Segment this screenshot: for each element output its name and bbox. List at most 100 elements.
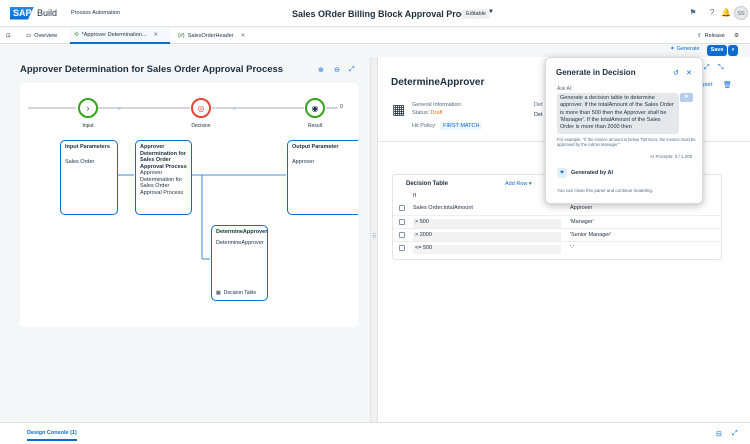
side-panel-toggle-icon[interactable]: ⊡ [6, 28, 20, 44]
decision-step-icon[interactable]: ◎ [191, 98, 211, 118]
release-button[interactable]: ⇪ Release [697, 28, 725, 44]
zoom-in-icon[interactable]: ⊕ [318, 66, 324, 74]
result-cell[interactable]: '-' [570, 245, 574, 251]
close-icon[interactable]: ✕ [241, 33, 246, 39]
help-icon[interactable]: ? [707, 8, 717, 18]
condition-cell[interactable]: <= 500 [413, 245, 561, 254]
reset-icon[interactable]: ↺ [673, 69, 679, 77]
determine-approver-node[interactable]: DetermineApprover DetermineApprover ▦ De… [211, 225, 268, 301]
close-panel-icon[interactable]: ⤡ [718, 64, 724, 72]
settings-gear-icon[interactable]: ⚙ [734, 28, 739, 44]
close-icon[interactable]: ✕ [686, 69, 692, 77]
close-note: You can close this panel and continue mo… [557, 188, 654, 193]
feedback-icon[interactable]: ⚑ [688, 8, 698, 18]
row-checkbox[interactable] [399, 245, 405, 251]
fit-screen-icon[interactable]: ⤢ [349, 66, 355, 74]
design-console-tab[interactable]: Design Console (1) [27, 430, 77, 441]
result-cell[interactable]: 'Senior Manager' [570, 232, 611, 238]
tab-overview[interactable]: ▭ Overview [26, 28, 57, 44]
output-parameter-node[interactable]: Output Parameter Approver [287, 140, 358, 215]
condition-cell[interactable]: > 2000 [413, 232, 561, 241]
decision-step-label: Decision [191, 123, 211, 129]
popover-title: Generate in Decision [556, 68, 636, 77]
editor-toolbar: ✦ Generate Save ▾ [0, 44, 750, 57]
result-event-icon[interactable]: ◉ [305, 98, 325, 118]
tab-sales-order-header[interactable]: {#} SalesOrderHeader ✕ [178, 28, 245, 44]
node-body: Approver Determination for Sales Order A… [140, 170, 184, 196]
status-value: Draft [430, 110, 443, 116]
add-row-button[interactable]: Add Row ▾ [505, 181, 532, 187]
upload-icon: ⇪ [697, 33, 702, 39]
fullscreen-icon[interactable]: ⤢ [704, 64, 710, 72]
process-canvas-panel: Approver Determination for Sales Order A… [0, 57, 370, 422]
minimize-icon[interactable]: ⊟ [716, 430, 722, 438]
input-step-label: Input [82, 123, 94, 129]
result-cell[interactable]: 'Manager' [570, 219, 594, 225]
decision-icon: ⟲ [74, 32, 79, 38]
close-icon[interactable]: ✕ [153, 32, 158, 38]
avatar[interactable]: SS [734, 6, 748, 20]
tab-approver-determination[interactable]: ⟲ *Approver Determination... ✕ [70, 28, 170, 44]
decision-table-title: Decision Table [406, 181, 448, 187]
decision-title: DetermineApprover [391, 77, 485, 88]
generate-in-decision-popover: Generate in Decision ↺ ✕ Ask AI: Generat… [545, 57, 703, 204]
save-options-chevron-icon[interactable]: ▾ [728, 45, 738, 56]
general-information: General Information: Status: Draft [412, 102, 463, 116]
column-header: Approver [570, 205, 593, 211]
approver-determination-node[interactable]: Approver Determination for Sales Order A… [135, 140, 192, 215]
flow-canvas[interactable]: » » › Input ◎ Decision ◉ Result 0 Input … [20, 83, 358, 327]
sap-logo[interactable]: SAP [10, 6, 34, 20]
row-checkbox[interactable] [399, 232, 405, 238]
generate-label: Generate [676, 46, 700, 52]
tab-label: *Approver Determination... [81, 32, 147, 38]
table-row[interactable]: > 2000 'Senior Manager' [393, 228, 723, 241]
editable-badge: Editable [462, 9, 490, 19]
tab-label: SalesOrderHeader [187, 33, 234, 39]
svg-text:»: » [118, 106, 121, 112]
delete-icon[interactable]: 🗑 [723, 81, 732, 89]
if-header: If [413, 193, 417, 199]
editor-tabs: ⊡ ▭ Overview ⟲ *Approver Determination..… [0, 28, 750, 44]
table-row[interactable]: > 500 'Manager' [393, 215, 723, 228]
column-header: Sales Order.totalAmount [413, 205, 473, 211]
decision-table-icon: ▦ [392, 101, 406, 117]
select-all-checkbox[interactable] [399, 205, 405, 211]
decision-table-footer: ▦ Decision Table [216, 289, 257, 296]
node-body: Sales Order [65, 158, 95, 165]
table-icon: ▦ [216, 289, 221, 296]
node-title: Input Parameters [65, 144, 110, 150]
send-icon[interactable]: ➤ [680, 93, 693, 102]
table-row[interactable]: <= 500 '-' [393, 241, 723, 254]
ask-ai-textarea[interactable]: Generate a decision table to determine a… [557, 93, 679, 134]
overview-icon: ▭ [26, 33, 32, 39]
tab-label: Overview [34, 33, 58, 39]
row-checkbox[interactable] [399, 219, 405, 225]
input-event-icon[interactable]: › [78, 98, 98, 118]
hit-policy-value[interactable]: FIRST MATCH [440, 122, 483, 130]
brand-name: Build [37, 8, 58, 18]
product-name: Process Automation [71, 10, 120, 16]
result-step-label: Result [307, 123, 323, 129]
maximize-icon[interactable]: ⤢ [732, 430, 738, 438]
ai-sparkle-icon: ✦ [670, 46, 675, 52]
release-label: Release [704, 33, 725, 39]
ask-ai-label: Ask AI: [557, 86, 573, 92]
canvas-title: Approver Determination for Sales Order A… [20, 64, 284, 75]
node-title: DetermineApprover [216, 229, 268, 235]
data-type-icon: {#} [178, 33, 185, 39]
generate-button[interactable]: ✦ Generate [670, 46, 700, 52]
input-parameters-node[interactable]: Input Parameters Sales Order [60, 140, 118, 215]
zoom-out-icon[interactable]: ⊖ [334, 66, 340, 74]
notification-bell-icon[interactable]: 🔔 [721, 8, 731, 18]
project-menu-chevron-icon[interactable]: ▼ [488, 9, 494, 15]
svg-text:»: » [233, 106, 236, 112]
ai-sparkle-icon: ✦ [557, 168, 567, 178]
end-marker: 0 [340, 104, 343, 110]
bottom-bar: Design Console (1) ⊟ ⤢ [0, 422, 750, 444]
splitter-grip-icon[interactable]: ⠿ [372, 233, 376, 240]
save-button[interactable]: Save [707, 45, 727, 56]
condition-cell[interactable]: > 500 [413, 219, 561, 228]
node-body: Approver [292, 158, 315, 165]
hit-policy-label: Hit Policy: [412, 123, 437, 129]
export-button[interactable]: port [703, 82, 712, 88]
